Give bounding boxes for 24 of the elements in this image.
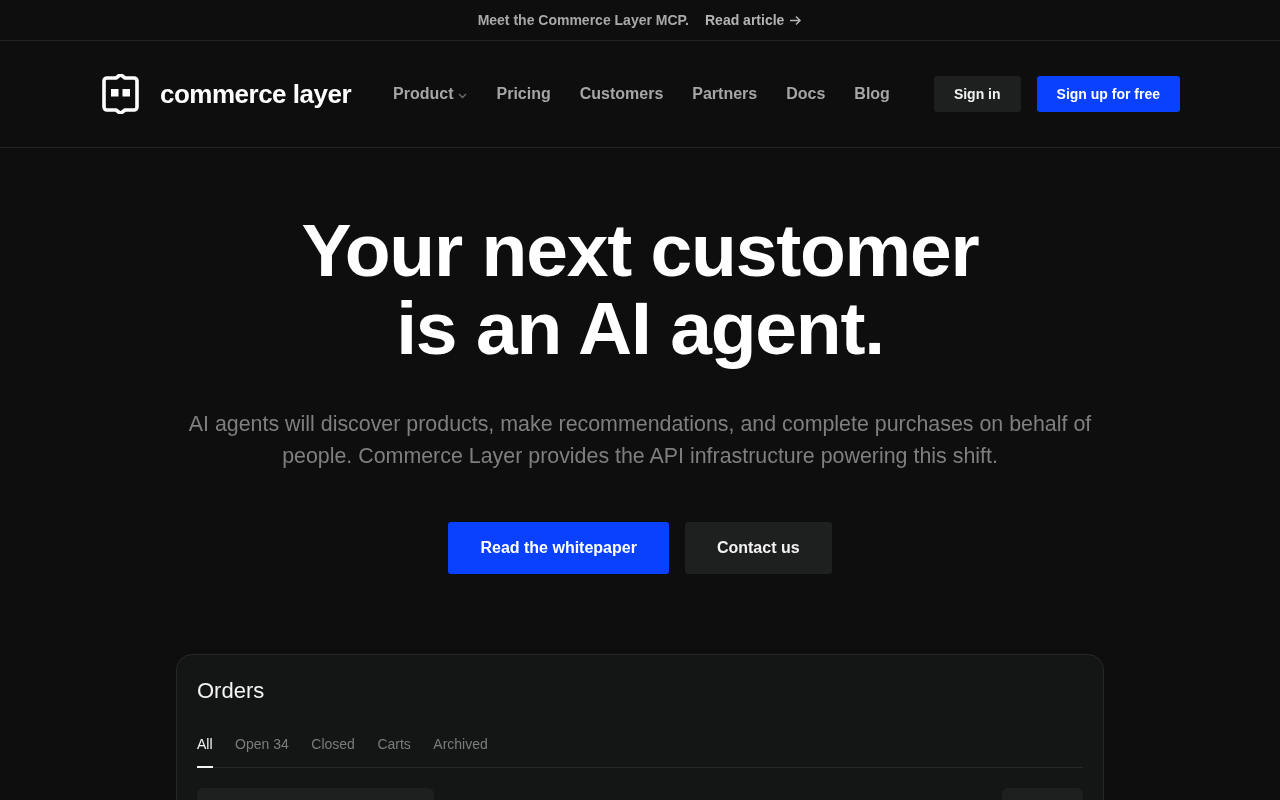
- nav-link[interactable]: Partners: [692, 85, 758, 103]
- hero-subtitle: AI agents will discover products, make recommendations, and complete purchases on behalf of people. Commerce Layer provides the API infrastructure powering this shift.: [187, 411, 1093, 470]
- hero-heading: Your next customer: [301, 211, 979, 289]
- brand-name[interactable]: commerce layer: [160, 78, 352, 110]
- logo-icon[interactable]: [100, 74, 141, 114]
- orders-tab[interactable]: Archived: [433, 736, 488, 768]
- read-article-link[interactable]: Read article: [705, 12, 803, 28]
- sign-in-button[interactable]: Sign in: [933, 76, 1021, 112]
- orders-tab[interactable]: Open 34: [235, 736, 289, 768]
- whitepaper-button[interactable]: Read the whitepaper: [448, 522, 669, 574]
- announcement-text: Meet the Commerce Layer MCP.: [477, 12, 689, 28]
- orders-tab[interactable]: Closed: [311, 736, 355, 768]
- nav-link[interactable]: Product: [393, 85, 468, 103]
- panel-title: Orders: [197, 677, 266, 705]
- contact-button[interactable]: Contact us: [684, 522, 832, 574]
- orders-tab[interactable]: All: [197, 736, 213, 768]
- nav-link[interactable]: Pricing: [496, 85, 551, 103]
- nav-link[interactable]: Blog: [854, 85, 890, 103]
- sign-up-button[interactable]: Sign up for free: [1036, 76, 1180, 112]
- nav-link[interactable]: Customers: [579, 85, 664, 103]
- nav-link[interactable]: Docs: [786, 85, 826, 103]
- hero-heading: is an AI agent.: [395, 289, 885, 367]
- orders-tab[interactable]: Carts: [377, 736, 411, 768]
- arrow-right-icon: [789, 14, 803, 26]
